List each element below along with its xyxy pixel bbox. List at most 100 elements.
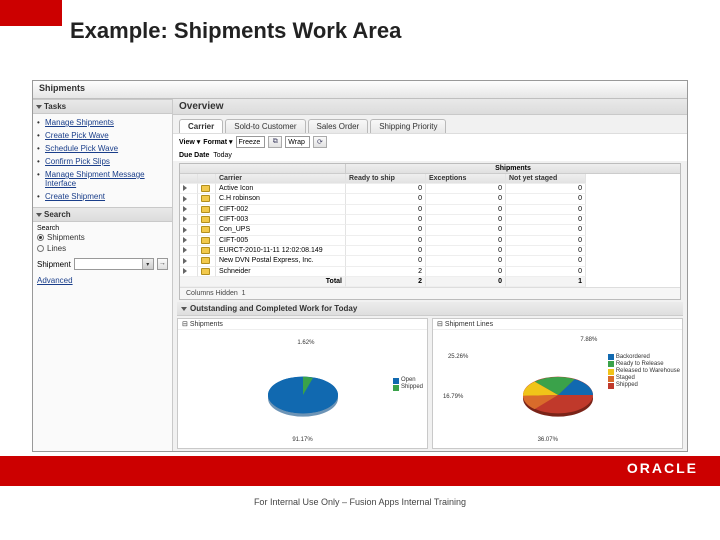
expand-cell[interactable]: [180, 184, 198, 194]
tab-carrier[interactable]: Carrier: [179, 119, 223, 133]
due-date-row: Due Date Today: [173, 150, 687, 161]
format-menu[interactable]: Format ▾: [203, 138, 232, 146]
pct-label: 36.07%: [538, 437, 558, 443]
tabbar: Carrier Sold-to Customer Sales Order Shi…: [173, 115, 687, 133]
exc-cell: 0: [426, 194, 506, 204]
folder-cell: [198, 236, 216, 246]
shipments-table: Shipments Carrier Ready to ship Exceptio…: [179, 163, 681, 300]
carrier-cell: CIFT-005: [216, 236, 346, 246]
view-menu[interactable]: View ▾: [179, 138, 200, 146]
tab-sold-to[interactable]: Sold-to Customer: [225, 119, 305, 133]
expand-cell[interactable]: [180, 246, 198, 256]
tab-shipping-priority[interactable]: Shipping Priority: [370, 119, 446, 133]
pct-label: 7.88%: [580, 337, 597, 343]
nstg-cell: 0: [506, 267, 586, 277]
nstg-cell: 0: [506, 194, 586, 204]
chart-shipment-lines: ⊟ Shipment Lines 7.88% 25.26% 16.79%: [432, 318, 683, 449]
twisty-icon: [181, 307, 187, 311]
expand-cell[interactable]: [180, 236, 198, 246]
expand-cell[interactable]: [180, 194, 198, 204]
expand-cell[interactable]: [180, 215, 198, 225]
charts-header-label: Outstanding and Completed Work for Today: [190, 304, 357, 313]
app-screenshot: Shipments Tasks Manage Shipments Create …: [32, 80, 688, 452]
total-nstg: 1: [506, 277, 586, 287]
detach-icon[interactable]: ⧉: [268, 136, 282, 148]
task-link[interactable]: Manage Shipment Message Interface: [45, 168, 168, 190]
expand-cell[interactable]: [180, 256, 198, 266]
chart-shipments: ⊟ Shipments 1.62% 91.17% Open: [177, 318, 428, 449]
carrier-cell: New DVN Postal Express, Inc.: [216, 256, 346, 266]
exc-cell: 0: [426, 246, 506, 256]
search-header[interactable]: Search: [33, 207, 172, 222]
col-notstaged[interactable]: Not yet staged: [506, 174, 586, 184]
table-superheader: Shipments: [346, 164, 680, 174]
chart-title: ⊟ Shipments: [178, 319, 427, 330]
nstg-cell: 0: [506, 256, 586, 266]
folder-cell: [198, 267, 216, 277]
exc-cell: 0: [426, 184, 506, 194]
ready-cell: 0: [346, 236, 426, 246]
folder-cell: [198, 184, 216, 194]
expand-cell[interactable]: [180, 225, 198, 235]
col-exceptions[interactable]: Exceptions: [426, 174, 506, 184]
overview-header: Overview: [173, 99, 687, 115]
carrier-cell: EURCT-2010-11-11 12:02:08.149: [216, 246, 346, 256]
pie-chart: [515, 370, 601, 420]
col-carrier[interactable]: Carrier: [216, 174, 346, 184]
advanced-link[interactable]: Advanced: [37, 276, 168, 285]
ready-cell: 0: [346, 215, 426, 225]
table-toolbar: View ▾ Format ▾ Freeze ⧉ Wrap ⟳: [173, 133, 687, 150]
total-ready: 2: [346, 277, 426, 287]
folder-cell: [198, 205, 216, 215]
chevron-down-icon: ▾: [142, 259, 153, 269]
search-radio-lines[interactable]: Lines: [37, 243, 168, 254]
nstg-cell: 0: [506, 236, 586, 246]
folder-cell: [198, 194, 216, 204]
folder-cell: [198, 246, 216, 256]
tasks-header[interactable]: Tasks: [33, 99, 172, 114]
nstg-cell: 0: [506, 225, 586, 235]
task-link[interactable]: Confirm Pick Slips: [45, 155, 168, 168]
search-radio-shipments[interactable]: Shipments: [37, 232, 168, 243]
col-ready[interactable]: Ready to ship: [346, 174, 426, 184]
app-title: Shipments: [33, 81, 687, 99]
twisty-icon: [36, 105, 42, 109]
slide-title: Example: Shipments Work Area: [70, 18, 401, 44]
carrier-cell: C.H robinson: [216, 194, 346, 204]
charts-header[interactable]: Outstanding and Completed Work for Today: [177, 302, 683, 316]
pie-chart: [260, 370, 346, 420]
nstg-cell: 0: [506, 246, 586, 256]
nstg-cell: 0: [506, 184, 586, 194]
search-body: Search Shipments Lines Shipment ▾ → Adva…: [33, 222, 172, 288]
expand-cell[interactable]: [180, 267, 198, 277]
task-link[interactable]: Create Shipment: [45, 190, 168, 203]
folder-cell: [198, 215, 216, 225]
ready-cell: 0: [346, 184, 426, 194]
task-link[interactable]: Create Pick Wave: [45, 129, 168, 142]
slide-footer: For Internal Use Only – Fusion Apps Inte…: [0, 497, 720, 507]
task-link[interactable]: Manage Shipments: [45, 116, 168, 129]
carrier-cell: Active Icon: [216, 184, 346, 194]
tab-sales-order[interactable]: Sales Order: [308, 119, 369, 133]
refresh-icon[interactable]: ⟳: [313, 136, 327, 148]
legend: Open Shipped: [393, 377, 423, 391]
twisty-icon: [36, 213, 42, 217]
expand-cell[interactable]: [180, 205, 198, 215]
exc-cell: 0: [426, 236, 506, 246]
pct-label: 25.26%: [448, 354, 468, 360]
radio-icon: [37, 234, 44, 241]
carrier-cell: CIFT-002: [216, 205, 346, 215]
radio-icon: [37, 245, 44, 252]
ready-cell: 0: [346, 246, 426, 256]
exc-cell: 0: [426, 256, 506, 266]
wrap-button[interactable]: Wrap: [285, 136, 310, 148]
go-button[interactable]: →: [157, 258, 168, 270]
nstg-cell: 0: [506, 205, 586, 215]
carrier-cell: Schneider: [216, 267, 346, 277]
main-area: Overview Carrier Sold-to Customer Sales …: [173, 99, 687, 451]
pct-label: 1.62%: [297, 340, 314, 346]
exc-cell: 0: [426, 215, 506, 225]
shipment-select[interactable]: ▾: [74, 258, 154, 270]
freeze-button[interactable]: Freeze: [236, 136, 266, 148]
task-link[interactable]: Schedule Pick Wave: [45, 142, 168, 155]
